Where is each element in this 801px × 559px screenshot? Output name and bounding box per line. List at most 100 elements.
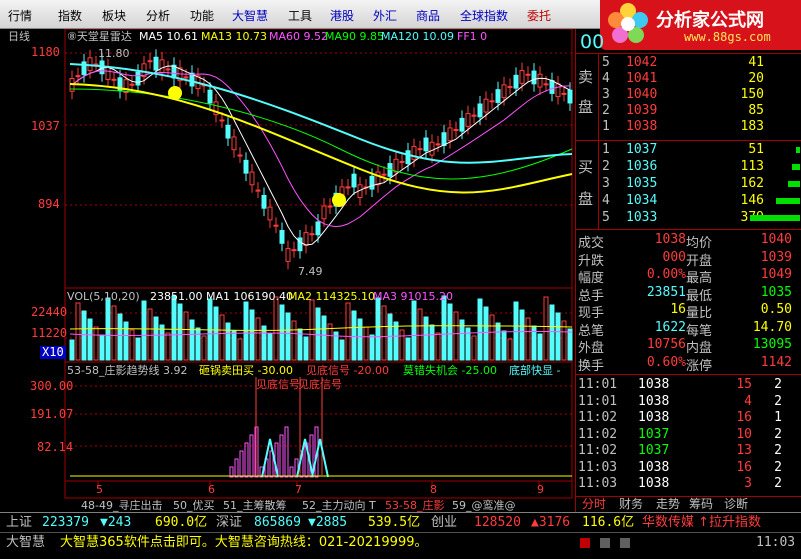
menu-commodity[interactable]: 商品 [416, 7, 440, 24]
tick-time: 11:03 [578, 459, 618, 475]
tab-xzcj[interactable]: 48-49_寻庄出击 [81, 497, 162, 513]
menu-functions[interactable]: 功能 [190, 7, 214, 24]
menu-fx[interactable]: 外汇 [373, 7, 397, 24]
ask-row[interactable]: 1 1038 183 [576, 119, 801, 135]
tab-fenshi[interactable]: 分时 [582, 498, 606, 511]
candle-body [255, 189, 261, 192]
menu-quotes[interactable]: 行情 [8, 7, 32, 24]
bid-row[interactable]: 51033379 [576, 210, 801, 226]
volume-bar [387, 313, 393, 361]
tick-count: 2 [774, 476, 782, 491]
menu-sector[interactable]: 板块 [102, 7, 126, 24]
ask-row[interactable]: 4 1041 20 [576, 71, 801, 87]
volume-scale-badge[interactable]: X10 [40, 346, 66, 359]
volume-bar [519, 309, 525, 361]
tick-volume: 16 [736, 410, 752, 425]
menu-trade[interactable]: 委托 [527, 7, 551, 24]
ind2-axis-mid: 191.07 [30, 407, 74, 421]
ask-volume: 85 [748, 103, 764, 118]
msg-icon[interactable] [620, 538, 630, 548]
volume-bar [249, 309, 255, 361]
menu-index[interactable]: 指数 [58, 7, 82, 24]
volume-bar [165, 332, 171, 361]
date-tick-6: 6 [208, 483, 215, 496]
level-num: 3 [602, 87, 610, 102]
tick-volume: 15 [736, 377, 752, 392]
stat-label: 总手 [578, 288, 605, 304]
menu-tools[interactable]: 工具 [288, 7, 312, 24]
candle-body [321, 205, 327, 220]
tab-zhuchou[interactable]: 51_主筹散筹 [223, 497, 287, 513]
candle-body [561, 92, 567, 95]
volume-bar [351, 310, 357, 361]
volume-bar [537, 333, 543, 361]
volume-axis-high: 22440 [31, 305, 68, 319]
price-axis-high: 1180 [31, 45, 60, 59]
tick-row: 11:03 1038 3 2 [576, 476, 801, 492]
volume-bar [267, 333, 273, 361]
volume-bar [309, 299, 315, 361]
candle-body [435, 143, 441, 146]
vol-ma1: MA1 106190.40 [206, 290, 293, 303]
alert-icon[interactable] [580, 538, 590, 548]
menu-hk[interactable]: 港股 [330, 7, 354, 24]
volume-bar [345, 302, 351, 361]
candle-body [111, 78, 117, 81]
candle-body [225, 124, 231, 139]
candle-body [123, 79, 129, 94]
candle-body [183, 76, 189, 79]
bid-volume: 146 [740, 193, 764, 208]
ask-row[interactable]: 2 1039 85 [576, 103, 801, 119]
smiley-marker [168, 86, 182, 100]
level-num: 1 [602, 119, 610, 134]
ind-spike [311, 438, 329, 478]
volume-bar [435, 332, 441, 361]
volume-bar [429, 324, 435, 361]
tab-caiwu[interactable]: 财务 [619, 498, 643, 511]
tab-chouma[interactable]: 筹码 [689, 498, 713, 511]
candle-body [153, 56, 159, 71]
volume-bar [315, 307, 321, 361]
tick-row: 11:02 1038 16 1 [576, 410, 801, 426]
tab-luanzhun[interactable]: 59_@鸾准@ [452, 497, 516, 513]
bid-row[interactable]: 2 1036 113 [576, 159, 801, 175]
level-num: 4 [602, 193, 610, 208]
candle-body [279, 230, 285, 244]
stat-value: 0.60% [646, 354, 686, 370]
bid-row[interactable]: 1 1037 51 [576, 142, 801, 158]
ask-row[interactable]: 5 1042 41 [576, 55, 801, 71]
bid-row[interactable]: 4 1034 146 [576, 193, 801, 209]
stat-label: 涨停 [686, 358, 713, 374]
tab-zhuangying[interactable]: 53-58_庄影 [385, 497, 444, 513]
ask-row[interactable]: 3 1040 150 [576, 87, 801, 103]
volume-bar [501, 330, 507, 361]
volume-bar [489, 314, 495, 361]
tab-zhuli[interactable]: 52_主力动向 T [302, 497, 376, 513]
sz-label[interactable]: 深证 [216, 515, 242, 531]
lock-icon[interactable] [600, 538, 610, 548]
cy-label[interactable]: 创业 [431, 515, 457, 531]
stat-value: 1049 [760, 267, 792, 282]
volume-bar [117, 313, 123, 361]
stat-value: 10756 [646, 337, 686, 352]
news-ticker[interactable]: 华数传媒 ↑拉升指数 [642, 515, 761, 531]
tab-zhenduan[interactable]: 诊断 [724, 498, 748, 511]
scroll-ticker[interactable]: 大智慧365软件点击即可。大智慧咨询热线：021-20219999。 [60, 535, 428, 551]
tick-row: 11:01 1038 15 2 [576, 377, 801, 393]
kline-chart[interactable] [0, 29, 573, 499]
ind-bar [284, 426, 289, 478]
sh-label[interactable]: 上证 [6, 515, 32, 531]
volume-bar [177, 303, 183, 361]
candle-body [513, 74, 519, 89]
menu-dzh[interactable]: 大智慧 [232, 7, 268, 24]
ind2-signal-label-2: 见底信号 [298, 378, 342, 391]
candle-body [375, 171, 381, 186]
period-label[interactable]: 日线 [8, 30, 30, 43]
stock-code: 00 [580, 31, 605, 53]
tab-youmai[interactable]: 50_优买 [173, 497, 215, 513]
bid-row[interactable]: 3 1035 162 [576, 176, 801, 192]
menu-global[interactable]: 全球指数 [460, 7, 508, 24]
tab-zoushi[interactable]: 走势 [656, 498, 680, 511]
menu-analysis[interactable]: 分析 [146, 7, 170, 24]
sh-change: ▼243 [100, 515, 132, 530]
